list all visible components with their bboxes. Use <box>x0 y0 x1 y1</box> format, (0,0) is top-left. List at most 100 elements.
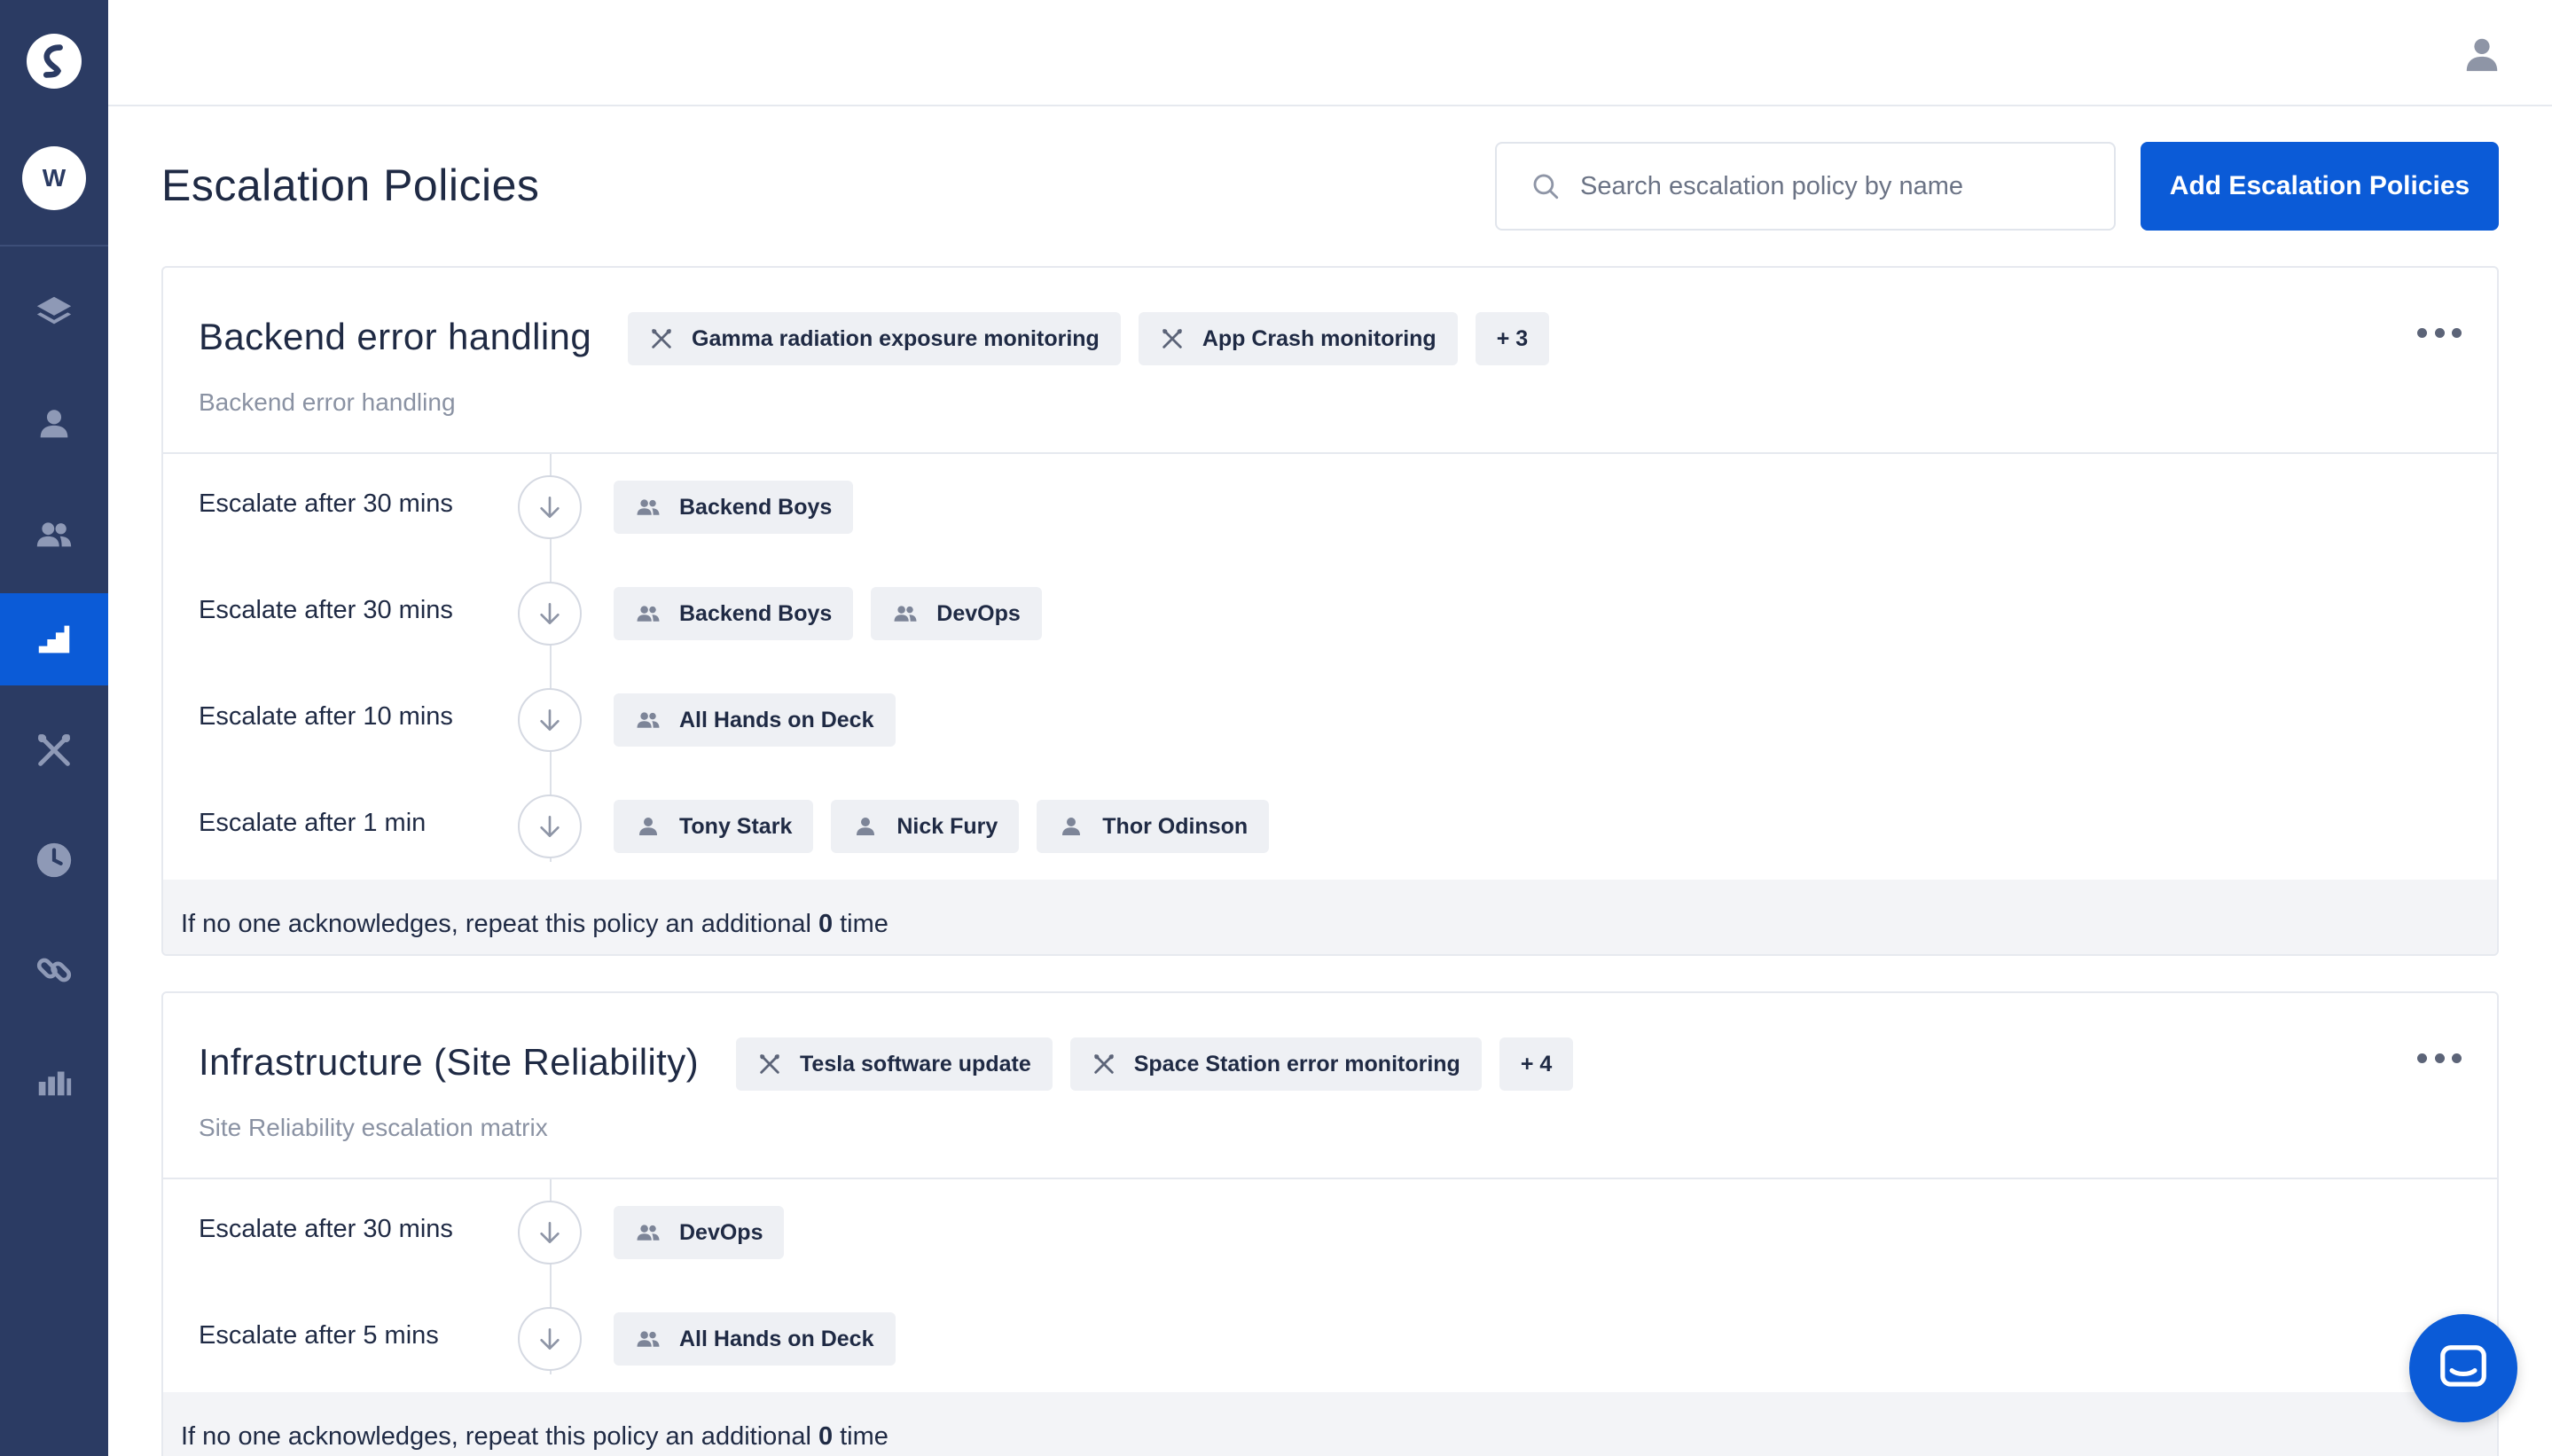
repeat-suffix: time <box>840 909 889 938</box>
step-assignees: Tony Stark Nick Fury Thor Odinson <box>614 800 1270 853</box>
policy-card-header: Backend error handling Gamma radiation e… <box>163 268 2497 454</box>
user-icon <box>639 818 657 835</box>
user-chip[interactable]: Tony Stark <box>614 800 814 853</box>
policy-description: Site Reliability escalation matrix <box>199 1114 548 1141</box>
service-tag[interactable]: App Crash monitoring <box>1138 312 1458 365</box>
top-bar <box>108 0 2552 106</box>
sidebar-item-links[interactable] <box>0 924 108 1016</box>
more-services-tag[interactable]: + 3 <box>1475 312 1550 365</box>
step-assignees: All Hands on Deck <box>614 1312 896 1366</box>
team-chip[interactable]: Backend Boys <box>614 587 854 640</box>
policy-more-options-button[interactable] <box>2417 319 2462 346</box>
repeat-policy-note: If no one acknowledges, repeat this poli… <box>163 1392 2497 1456</box>
policy-card: Infrastructure (Site Reliability) Tesla … <box>161 991 2499 1456</box>
assignee-name: Tony Stark <box>679 813 793 839</box>
service-tag[interactable]: Space Station error monitoring <box>1069 1037 1482 1091</box>
users-icon <box>894 606 917 622</box>
escalation-step: Escalate after 1 min Tony Stark Nick Fur… <box>163 773 2497 880</box>
step-assignees: Backend Boys <box>614 481 854 534</box>
policy-description: Backend error handling <box>199 388 456 416</box>
assignee-name: Thor Odinson <box>1102 813 1249 839</box>
sidebar-item-services[interactable] <box>0 266 108 358</box>
sidebar: W <box>0 0 108 1456</box>
arrow-down-icon <box>518 475 582 539</box>
clock-icon <box>36 842 72 878</box>
add-escalation-policies-button[interactable]: Add Escalation Policies <box>2141 142 2499 231</box>
policy-card-header: Infrastructure (Site Reliability) Tesla … <box>163 993 2497 1179</box>
service-tag[interactable]: Gamma radiation exposure monitoring <box>628 312 1121 365</box>
dot-icon <box>2434 1053 2445 1063</box>
page-title: Escalation Policies <box>161 160 540 210</box>
arrow-down-icon <box>518 1201 582 1264</box>
policy-service-tags: Gamma radiation exposure monitoring App … <box>628 312 1550 365</box>
step-label: Escalate after 30 mins <box>199 596 453 624</box>
chat-launcher-button[interactable] <box>2409 1314 2517 1422</box>
assignee-name: DevOps <box>679 1219 763 1245</box>
sidebar-item-schedules[interactable] <box>0 814 108 906</box>
search-input[interactable] <box>1580 171 2077 201</box>
repeat-prefix: If no one acknowledges, repeat this poli… <box>181 1421 811 1451</box>
user-icon <box>1062 818 1081 835</box>
dot-icon <box>2417 327 2427 338</box>
escalation-step: Escalate after 5 mins All Hands on Deck <box>163 1286 2497 1392</box>
sidebar-item-escalation-policies[interactable] <box>0 593 108 685</box>
tools-icon <box>760 1054 779 1074</box>
repeat-policy-note: If no one acknowledges, repeat this poli… <box>163 880 2497 954</box>
step-label: Escalate after 1 min <box>199 809 427 837</box>
link-icon <box>36 958 72 982</box>
assignee-name: DevOps <box>936 600 1021 626</box>
escalation-stairs-icon <box>38 625 70 654</box>
user-chip[interactable]: Thor Odinson <box>1037 800 1270 853</box>
user-profile-icon[interactable] <box>2462 34 2502 74</box>
policy-more-options-button[interactable] <box>2417 1045 2462 1071</box>
escalation-steps: Escalate after 30 mins Backend Boys Esca… <box>163 454 2497 880</box>
escalation-step: Escalate after 10 mins All Hands on Deck <box>163 667 2497 773</box>
repeat-count: 0 <box>818 909 834 938</box>
escalation-step: Escalate after 30 mins DevOps <box>163 1179 2497 1286</box>
service-tag-label: App Crash monitoring <box>1202 325 1436 351</box>
arrow-down-icon <box>518 688 582 752</box>
step-assignees: Backend Boys DevOps <box>614 587 1042 640</box>
team-chip[interactable]: Backend Boys <box>614 481 854 534</box>
workspace-avatar[interactable]: W <box>22 146 86 210</box>
users-icon <box>637 499 660 515</box>
sidebar-item-integrations[interactable] <box>0 704 108 796</box>
user-chip[interactable]: Nick Fury <box>831 800 1020 853</box>
arrow-down-icon <box>518 795 582 858</box>
users-icon <box>637 606 660 622</box>
sidebar-item-teams[interactable] <box>0 489 108 581</box>
layers-icon <box>36 296 72 325</box>
team-chip[interactable]: All Hands on Deck <box>614 1312 896 1366</box>
bar-chart-icon <box>38 1071 72 1096</box>
sidebar-item-users[interactable] <box>0 378 108 470</box>
service-tag[interactable]: Tesla software update <box>736 1037 1053 1091</box>
arrow-down-icon <box>518 1307 582 1371</box>
step-assignees: DevOps <box>614 1206 785 1259</box>
policy-title[interactable]: Backend error handling <box>199 316 591 358</box>
dot-icon <box>2452 327 2462 338</box>
users-icon <box>637 1225 660 1241</box>
service-tag-label: Gamma radiation exposure monitoring <box>692 325 1100 351</box>
team-chip[interactable]: DevOps <box>871 587 1042 640</box>
assignee-name: All Hands on Deck <box>679 707 874 732</box>
app-root: W Escalation Policies Search escalation … <box>0 0 2552 1456</box>
users-icon <box>36 522 72 547</box>
policy-title[interactable]: Infrastructure (Site Reliability) <box>199 1041 699 1084</box>
escalation-step: Escalate after 30 mins Backend Boys <box>163 454 2497 560</box>
repeat-suffix: time <box>840 1421 889 1451</box>
tools-icon <box>1093 1054 1114 1074</box>
team-chip[interactable]: All Hands on Deck <box>614 693 896 747</box>
more-services-tag[interactable]: + 4 <box>1499 1037 1574 1091</box>
escalation-step: Escalate after 30 mins Backend Boys <box>163 560 2497 667</box>
tools-icon <box>652 329 671 348</box>
search-box[interactable] <box>1495 142 2116 231</box>
step-label: Escalate after 5 mins <box>199 1321 439 1350</box>
users-icon <box>637 1331 660 1347</box>
team-chip[interactable]: DevOps <box>614 1206 785 1259</box>
user-icon <box>857 818 875 835</box>
chat-icon <box>2440 1345 2486 1387</box>
sidebar-item-analytics[interactable] <box>0 1036 108 1128</box>
policy-card: Backend error handling Gamma radiation e… <box>161 266 2499 956</box>
app-logo-icon[interactable] <box>27 34 82 89</box>
step-label: Escalate after 10 mins <box>199 702 453 731</box>
